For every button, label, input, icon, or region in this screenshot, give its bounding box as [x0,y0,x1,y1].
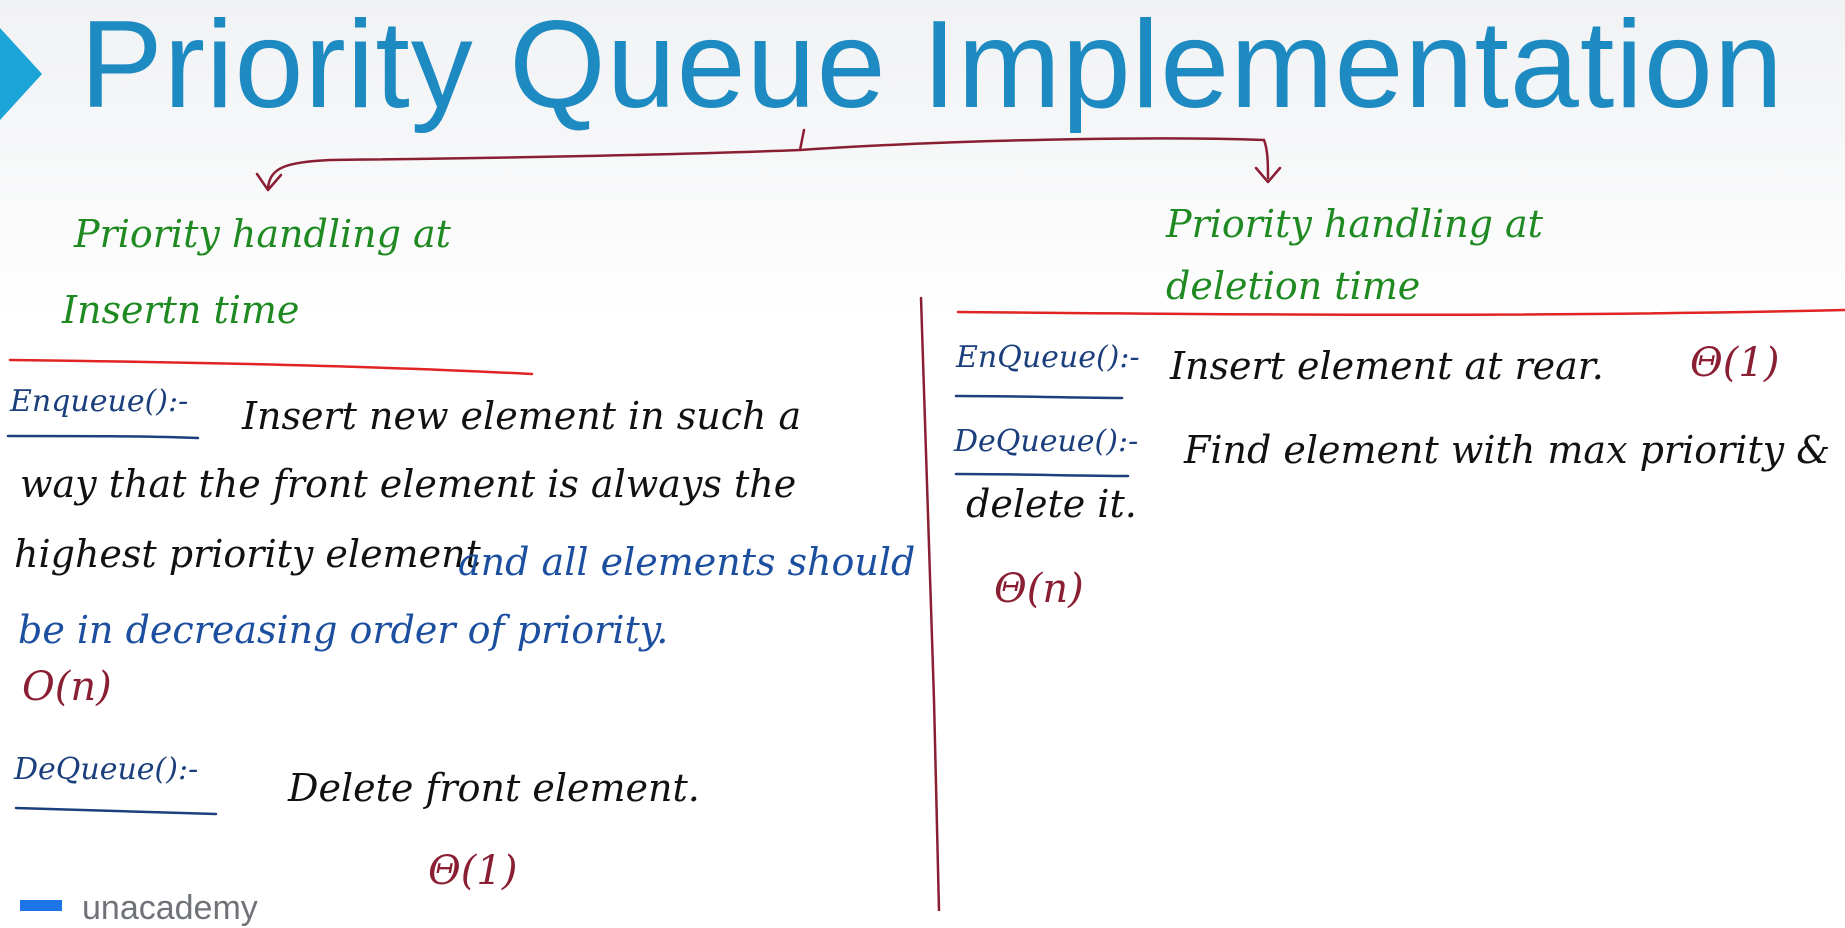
right-enqueue-complexity: Θ(1) [1690,340,1780,386]
right-dequeue-complexity: Θ(n) [994,566,1084,612]
right-dequeue-line1: Find element with max priority & [1184,428,1831,472]
left-enqueue-line4: be in decreasing order of priority. [18,608,669,652]
left-dequeue-text: Delete front element. [288,766,700,810]
left-heading-line1: Priority handling at [74,212,451,256]
branch-center-tick [798,128,806,152]
left-enqueue-line2: way that the front element is always the [20,462,797,506]
slide: Priority Queue Implementation Priority h… [0,0,1845,927]
left-heading-line2: Insertn time [62,288,300,332]
right-enqueue-text: Insert element at rear. [1170,344,1604,388]
left-enqueue-underline [6,434,200,440]
column-divider [919,296,941,911]
right-dequeue-label: DeQueue():- [954,424,1139,459]
left-enqueue-line3b: and all elements should [458,540,916,584]
unacademy-logo-icon [20,900,62,911]
left-enqueue-line1: Insert new element in such a [242,394,802,438]
left-enqueue-complexity: O(n) [22,664,112,710]
right-heading-line2: deletion time [1166,264,1421,308]
right-dequeue-underline [954,472,1130,478]
left-dequeue-label: DeQueue():- [14,752,199,787]
left-heading-underline [8,358,534,376]
right-heading-line1: Priority handling at [1166,202,1543,246]
left-enqueue-line3a: highest priority element [14,532,481,576]
footer-logo-text: unacademy [82,889,258,927]
left-dequeue-underline [14,806,218,816]
right-enqueue-label: EnQueue():- [956,340,1140,375]
right-enqueue-underline [954,394,1124,400]
branch-bracket [266,137,1270,190]
right-dequeue-line2: delete it. [966,482,1137,526]
left-enqueue-label: Enqueue():- [10,384,189,419]
left-dequeue-complexity: Θ(1) [428,848,518,894]
